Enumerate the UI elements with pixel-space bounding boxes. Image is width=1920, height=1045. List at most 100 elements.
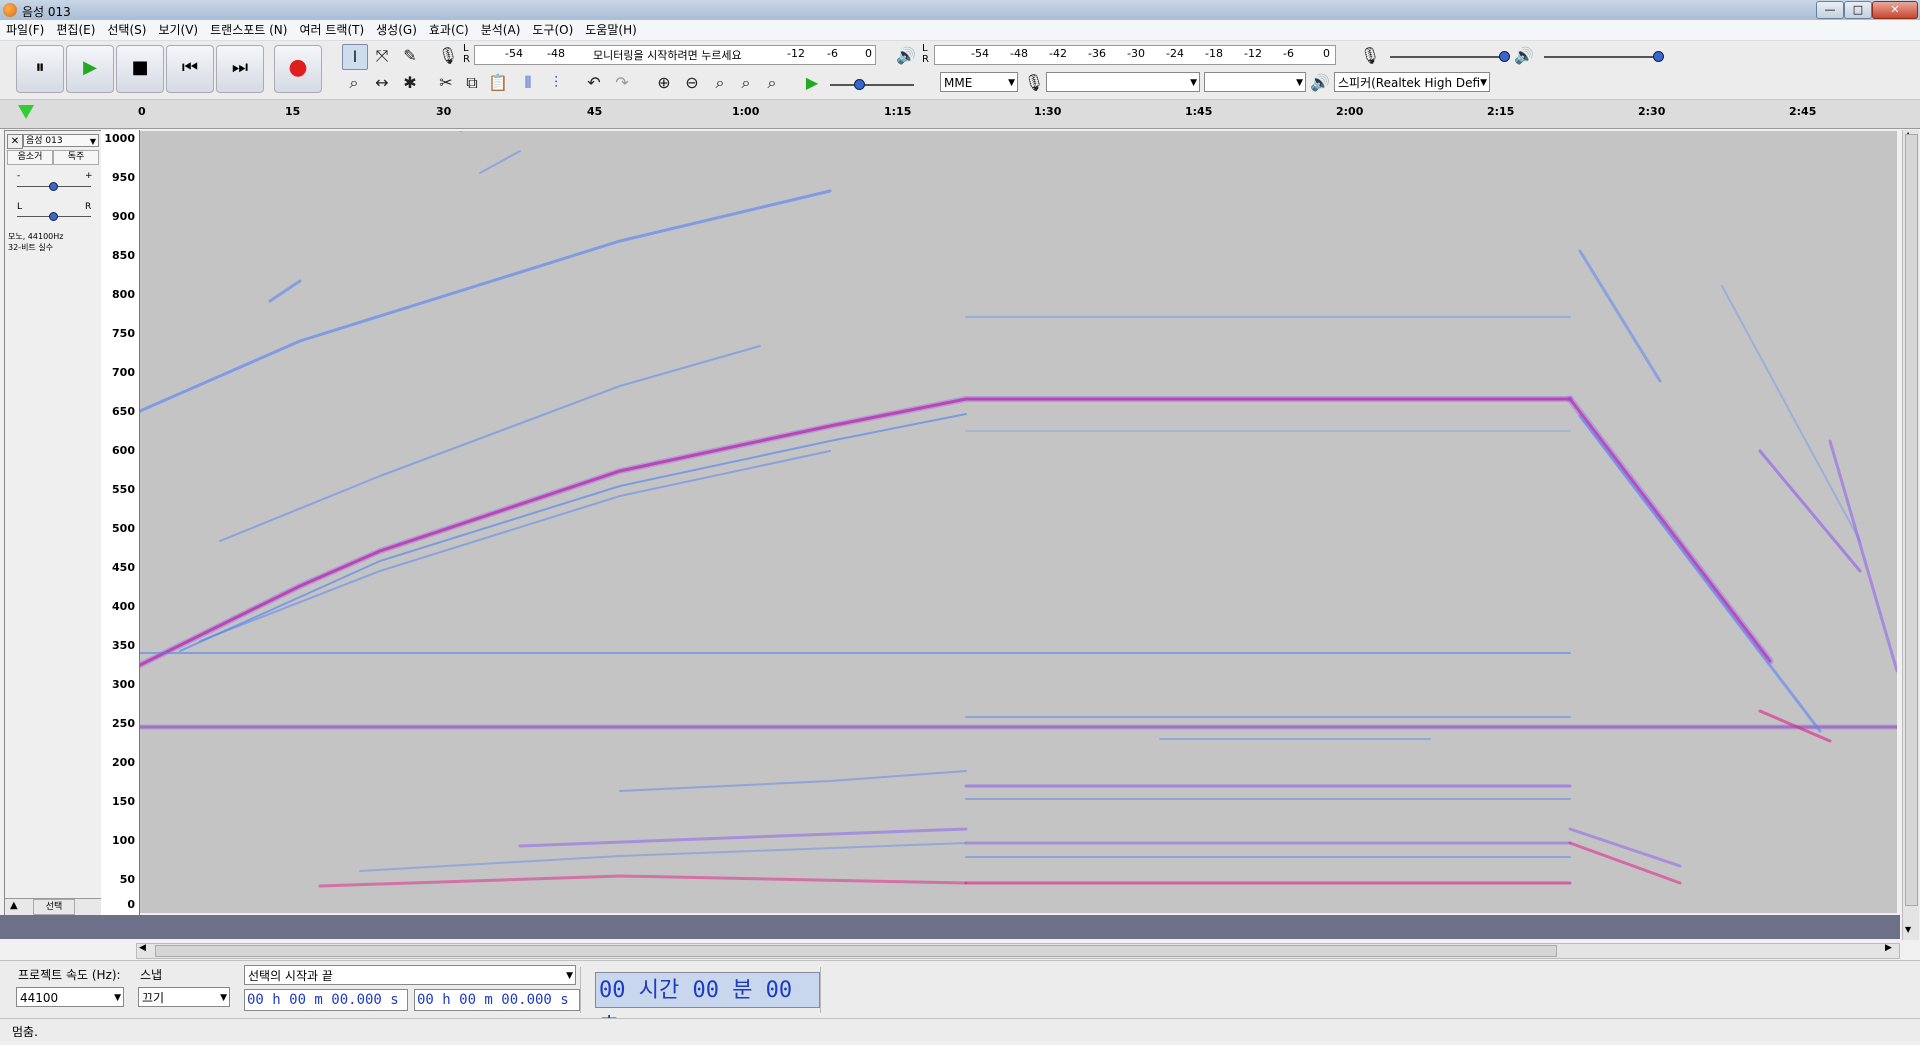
track-name-menu[interactable]: 음성 013 ▼ (23, 134, 99, 147)
play-meter-tick: -42 (1049, 47, 1067, 60)
maximize-button[interactable]: □ (1844, 1, 1872, 19)
chevron-down-icon: ▼ (89, 137, 96, 146)
play-meter-tick: 0 (1323, 47, 1330, 60)
skip-to-end-button[interactable]: ⏭ (216, 45, 264, 93)
ruler-tick-label: 0 (138, 105, 146, 118)
silence-icon[interactable]: ⫶ (544, 71, 568, 95)
y-axis-label: 450 (112, 561, 135, 574)
input-volume-slider[interactable] (1390, 56, 1508, 58)
output-volume-slider[interactable] (1544, 56, 1662, 58)
menu-file[interactable]: 파일(F) (0, 20, 50, 40)
output-volume-knob[interactable] (1653, 51, 1664, 62)
window-title: 음성 013 (22, 5, 71, 19)
multi-tool-icon[interactable]: ✱ (398, 71, 422, 95)
spectrogram-view[interactable] (137, 110, 1900, 913)
record-meter[interactable]: -54 -48 모니터링을 시작하려면 누르세요 -12 -6 0 (474, 45, 876, 65)
fit-selection-icon[interactable]: ⌕ (708, 71, 732, 95)
scroll-left-icon[interactable]: ◀ (139, 943, 146, 953)
draw-tool-icon[interactable]: ✎ (398, 44, 422, 68)
selection-mode-select[interactable]: 선택의 시작과 끝 ▼ (244, 965, 576, 985)
input-volume-knob[interactable] (1499, 51, 1510, 62)
envelope-tool-icon[interactable]: ⤧ (370, 44, 394, 68)
play-speed-knob[interactable] (854, 79, 865, 90)
fit-project-icon[interactable]: ⌕ (734, 71, 758, 95)
vertical-scrollbar[interactable]: ▲ ▼ (1902, 130, 1919, 940)
play-meter[interactable]: -54 -48 -42 -36 -30 -24 -18 -12 -6 0 (934, 45, 1336, 65)
toolbar-separator (820, 967, 821, 1013)
paste-icon[interactable]: 📋 (486, 71, 510, 95)
menu-transport[interactable]: 트랜스포트 (N) (204, 20, 293, 40)
selection-start-time[interactable]: 00 h 00 m 00.000 s (244, 989, 408, 1011)
pause-button[interactable]: ⏸ (16, 45, 64, 93)
timeline-play-marker-icon[interactable] (18, 105, 34, 119)
recording-channels-select[interactable]: ▼ (1204, 72, 1306, 92)
play-at-speed-icon[interactable]: ▶ (800, 71, 824, 95)
recording-device-select[interactable]: ▼ (1046, 72, 1200, 92)
ruler-tick-label: 45 (587, 105, 603, 118)
menu-tracks[interactable]: 여러 트랙(T) (293, 20, 370, 40)
pan-right-label: R (85, 202, 92, 212)
play-meter-lr: LR (922, 43, 929, 65)
zoom-in-icon[interactable]: ⊕ (652, 71, 676, 95)
timeshift-tool-icon[interactable]: ↔ (370, 71, 394, 95)
play-button[interactable]: ▶ (66, 45, 114, 93)
timeline-ruler[interactable]: 0 15 30 45 1:00 1:15 1:30 1:45 2:00 2:15… (0, 100, 1920, 129)
track-mute-button[interactable]: 음소거 (7, 150, 53, 165)
undo-icon[interactable]: ↶ (582, 71, 606, 95)
vertical-scroll-thumb[interactable] (1905, 134, 1918, 906)
record-meter-lr: LR (463, 43, 470, 65)
scroll-right-icon[interactable]: ▶ (1885, 943, 1892, 953)
close-button[interactable]: ✕ (1872, 1, 1918, 19)
skip-to-start-button[interactable]: ⏮ (166, 45, 214, 93)
track-gain-knob[interactable] (49, 182, 58, 191)
stop-button[interactable]: ■ (116, 45, 164, 93)
menu-generate[interactable]: 생성(G) (370, 20, 423, 40)
track-select-button[interactable]: 선택 (33, 899, 75, 915)
record-button[interactable]: ● (274, 45, 322, 93)
horizontal-scroll-thumb[interactable] (155, 945, 1557, 957)
play-speed-slider[interactable] (830, 84, 914, 86)
y-axis-label: 700 (112, 366, 135, 379)
copy-icon[interactable]: ⧉ (460, 71, 484, 95)
menu-effect[interactable]: 효과(C) (423, 20, 475, 40)
menu-bar: 파일(F) 편집(E) 선택(S) 보기(V) 트랜스포트 (N) 여러 트랙(T) 생성(… (0, 20, 1920, 41)
playback-device-select[interactable]: 스피커(Realtek High Defi ▼ (1334, 72, 1490, 92)
speaker-icon[interactable]: 🔊 (894, 44, 918, 68)
record-meter-tick: -6 (827, 47, 838, 60)
playback-device-icon: 🔊 (1310, 73, 1330, 92)
audio-position-display[interactable]: 00 시간 00 분 00 초 (595, 972, 820, 1039)
ruler-tick-label: 1:15 (884, 105, 912, 118)
trim-icon[interactable]: ⫴ (516, 71, 540, 95)
play-meter-tick: -12 (1244, 47, 1262, 60)
scroll-down-icon[interactable]: ▼ (1905, 925, 1911, 934)
zoom-out-icon[interactable]: ⊖ (680, 71, 704, 95)
track-close-icon[interactable]: ✕ (7, 134, 23, 149)
menu-view[interactable]: 보기(V) (152, 20, 204, 40)
menu-tools[interactable]: 도구(O) (526, 20, 579, 40)
track-name: 음성 013 (26, 136, 63, 146)
project-rate-select[interactable]: 44100 ▼ (16, 987, 124, 1007)
play-meter-tick: -6 (1283, 47, 1294, 60)
horizontal-scrollbar[interactable]: ◀ ▶ (136, 943, 1900, 959)
output-volume-icon: 🔊 (1514, 46, 1534, 65)
redo-icon[interactable]: ↷ (610, 71, 634, 95)
y-axis-label: 400 (112, 600, 135, 613)
menu-analyze[interactable]: 분석(A) (475, 20, 527, 40)
cut-icon[interactable]: ✂ (434, 71, 458, 95)
menu-select[interactable]: 선택(S) (101, 20, 152, 40)
audio-host-select[interactable]: MME ▼ (940, 72, 1018, 92)
track-solo-button[interactable]: 독주 (53, 150, 99, 165)
zoom-toggle-icon[interactable]: ⌕ (760, 71, 784, 95)
play-meter-tick: -48 (1010, 47, 1028, 60)
collapse-arrow-icon[interactable]: ▲ (10, 900, 18, 911)
selection-tool-icon[interactable]: I (342, 44, 368, 70)
snap-select[interactable]: 끄기 ▼ (138, 987, 230, 1007)
menu-help[interactable]: 도움말(H) (579, 20, 643, 40)
menu-edit[interactable]: 편집(E) (50, 20, 101, 40)
selection-end-time[interactable]: 00 h 00 m 00.000 s (414, 989, 580, 1011)
spectrogram-frequency-axis: 1000 950 900 850 800 750 700 650 600 550… (101, 130, 140, 915)
minimize-button[interactable]: — (1816, 1, 1844, 19)
zoom-tool-icon[interactable]: ⌕ (342, 71, 366, 95)
microphone-icon[interactable]: 🎙 (436, 44, 460, 68)
track-pan-knob[interactable] (49, 212, 58, 221)
